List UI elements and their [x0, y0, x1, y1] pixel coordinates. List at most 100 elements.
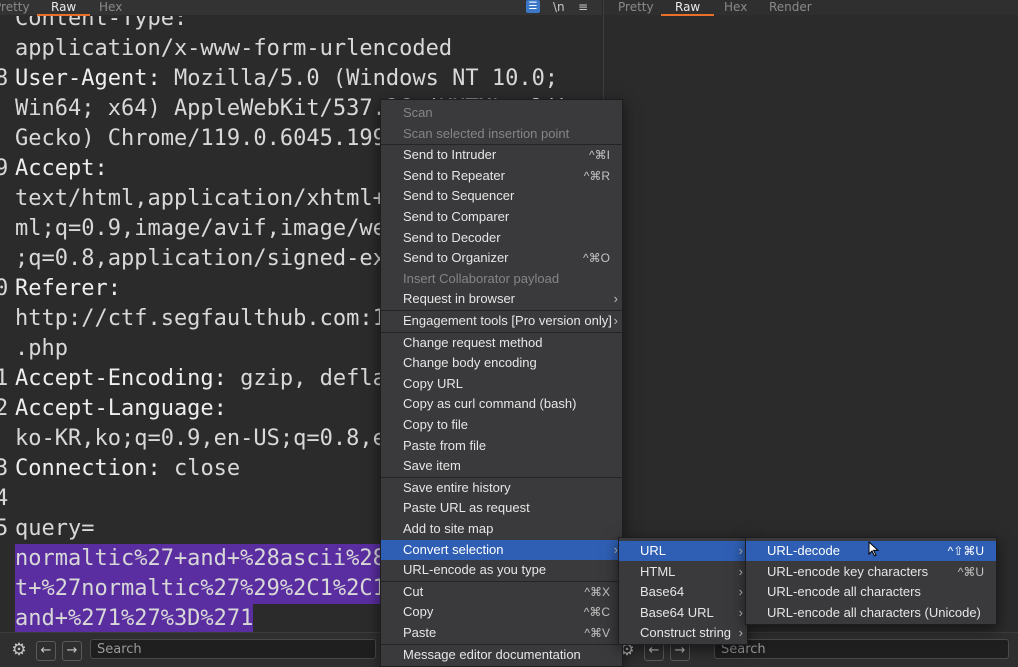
menu-item-label: Request in browser — [403, 291, 515, 307]
line-number: 3 — [0, 456, 9, 481]
chevron-right-icon: › — [613, 313, 618, 328]
newline-icon[interactable]: \n — [553, 0, 565, 14]
menu-item-label: Base64 — [640, 584, 685, 600]
code-text: Content-Type: — [15, 16, 188, 31]
menu-item-label: Paste — [403, 625, 437, 640]
menu-item-cut[interactable]: Cut ^⌘X — [381, 582, 622, 602]
menu-item-label: Send to Repeater — [403, 167, 505, 183]
line-number: 4 — [0, 486, 9, 511]
menu-item-send-to-intruder[interactable]: Send to Intruder ^⌘I — [381, 145, 622, 165]
tab-pretty[interactable]: Pretty — [618, 0, 654, 14]
menu-item-label: Paste from file — [403, 437, 487, 453]
menu-item-change-body-encoding[interactable]: Change body encoding — [381, 353, 622, 373]
menu-item-convert-selection[interactable]: Convert selection › — [381, 539, 622, 560]
line-number: 0 — [0, 276, 9, 301]
menu-item-label: URL-decode — [767, 543, 840, 558]
gear-icon[interactable]: ⚙ — [10, 641, 28, 659]
selected-text: t+%27normaltic%27%29%2C1%2C1% — [15, 574, 400, 604]
menu-item-label: Base64 URL — [640, 604, 714, 620]
convert-item-base64-url[interactable]: Base64 URL › — [619, 603, 747, 623]
shortcut-label: ^⌘R — [583, 168, 610, 183]
menu-item-copy[interactable]: Copy ^⌘C — [381, 602, 622, 622]
menu-item-label: Scan — [403, 105, 433, 120]
code-text: ko-KR,ko;q=0.9,en-US;q=0.8,en — [15, 426, 400, 451]
menu-item-copy-to-file[interactable]: Copy to file — [381, 415, 622, 435]
code-text: Accept: — [15, 156, 108, 181]
convert-item-construct-string[interactable]: Construct string › — [619, 623, 747, 643]
menu-item-paste-url-as-request[interactable]: Paste URL as request — [381, 498, 622, 518]
shortcut-label: ^⌘V — [584, 626, 610, 640]
menu-item-label: Send to Sequencer — [403, 188, 515, 204]
search-input[interactable]: Search — [90, 639, 376, 659]
code-text: Gecko) Chrome/119.0.6045.199 S — [15, 126, 413, 151]
back-arrow-icon[interactable]: ← — [36, 641, 56, 661]
help-icon[interactable]: ? — [0, 641, 6, 659]
menu-item-message-editor-documentation[interactable]: Message editor documentation — [381, 645, 622, 665]
menu-item-change-request-method[interactable]: Change request method — [381, 333, 622, 353]
code-text: Accept-Encoding: gzip, deflate — [15, 366, 413, 391]
menu-item-send-to-organizer[interactable]: Send to Organizer ^⌘O — [381, 248, 622, 268]
menu-item-save-entire-history[interactable]: Save entire history — [381, 478, 622, 498]
menu-item-engagement-tools-pro-version-only[interactable]: Engagement tools [Pro version only] › — [381, 311, 622, 331]
menu-item-paste-from-file[interactable]: Paste from file — [381, 436, 622, 456]
menu-item-label: Change request method — [403, 334, 543, 350]
code-text: .php — [15, 336, 68, 361]
menu-item-label: Send to Decoder — [403, 229, 501, 245]
tab-hex[interactable]: Hex — [724, 0, 747, 14]
shortcut-label: ^⌘I — [589, 148, 610, 163]
menu-icon[interactable]: ≡ — [578, 0, 588, 14]
menu-item-label: Save entire history — [403, 479, 511, 495]
selected-text: and+%271%27%3D%271 — [15, 604, 254, 632]
menu-item-paste[interactable]: Paste ^⌘V — [381, 623, 622, 643]
menu-item-request-in-browser[interactable]: Request in browser › — [381, 289, 622, 309]
menu-item-send-to-decoder[interactable]: Send to Decoder — [381, 228, 622, 248]
convert-item-html[interactable]: HTML › — [619, 562, 747, 582]
tab-raw[interactable]: Raw — [36, 0, 91, 16]
forward-arrow-icon[interactable]: → — [62, 641, 82, 661]
code-text: Connection: close — [15, 456, 241, 481]
mouse-cursor-icon — [868, 541, 880, 557]
menu-item-label: Engagement tools [Pro version only] — [403, 313, 612, 328]
tab-pretty[interactable]: Pretty — [0, 0, 30, 14]
convert-item-url[interactable]: URL › — [619, 541, 747, 561]
code-text: Referer: — [15, 276, 121, 301]
menu-item-label: Copy URL — [403, 375, 463, 391]
code-text: Accept-Language: — [15, 396, 227, 421]
url-item-url-encode-key-characters[interactable]: URL-encode key characters ^⌘U — [746, 562, 996, 582]
menu-item-label: URL — [640, 543, 667, 558]
url-item-url-encode-all-characters[interactable]: URL-encode all characters — [746, 582, 996, 602]
response-tabbar: Pretty Raw Hex Render — [604, 0, 1018, 16]
menu-item-label: Send to Intruder — [403, 147, 497, 163]
code-text: http://ctf.segfaulthub.com:10 — [15, 306, 400, 331]
menu-item-send-to-sequencer[interactable]: Send to Sequencer — [381, 186, 622, 206]
menu-item-save-item[interactable]: Save item — [381, 456, 622, 476]
tab-render[interactable]: Render — [769, 0, 812, 14]
menu-item-url-encode-as-you-type[interactable]: URL-encode as you type — [381, 560, 622, 580]
menu-item-label: Copy as curl command (bash) — [403, 396, 577, 412]
convert-selection-submenu: URL › HTML › Base64 › Base64 URL › Construct str… — [618, 537, 748, 645]
menu-item-send-to-comparer[interactable]: Send to Comparer — [381, 207, 622, 227]
context-menu: Scan Scan selected insertion point Send to… — [380, 99, 623, 667]
menu-item-send-to-repeater[interactable]: Send to Repeater ^⌘R — [381, 166, 622, 186]
url-item-url-encode-all-characters-unicode[interactable]: URL-encode all characters (Unicode) — [746, 603, 996, 623]
menu-item-label: Save item — [403, 458, 461, 474]
wrap-icon[interactable]: ☰ — [526, 0, 540, 13]
menu-item-label: Scan selected insertion point — [403, 125, 570, 141]
menu-item-label: Construct string — [640, 625, 732, 641]
shortcut-label: ^⌘C — [583, 605, 610, 620]
response-search-input[interactable]: Search — [714, 639, 1009, 659]
chevron-right-icon: › — [738, 543, 743, 558]
menu-item-label: Paste URL as request — [403, 500, 530, 516]
line-number: 5 — [0, 516, 9, 541]
line-number: 2 — [0, 396, 9, 421]
menu-item-label: Copy — [403, 604, 434, 620]
menu-item-copy-as-curl-command-bash[interactable]: Copy as curl command (bash) — [381, 394, 622, 414]
menu-item-add-to-site-map[interactable]: Add to site map — [381, 519, 622, 539]
code-text: User-Agent: Mozilla/5.0 (Windows NT 10.0… — [15, 66, 559, 91]
selected-text: normaltic%27+and+%28ascii%28s — [15, 544, 400, 574]
tab-hex[interactable]: Hex — [99, 0, 122, 14]
menu-item-copy-url[interactable]: Copy URL — [381, 374, 622, 394]
menu-item-label: Copy to file — [403, 417, 469, 432]
tab-raw[interactable]: Raw — [660, 0, 715, 16]
convert-item-base64[interactable]: Base64 › — [619, 582, 747, 602]
